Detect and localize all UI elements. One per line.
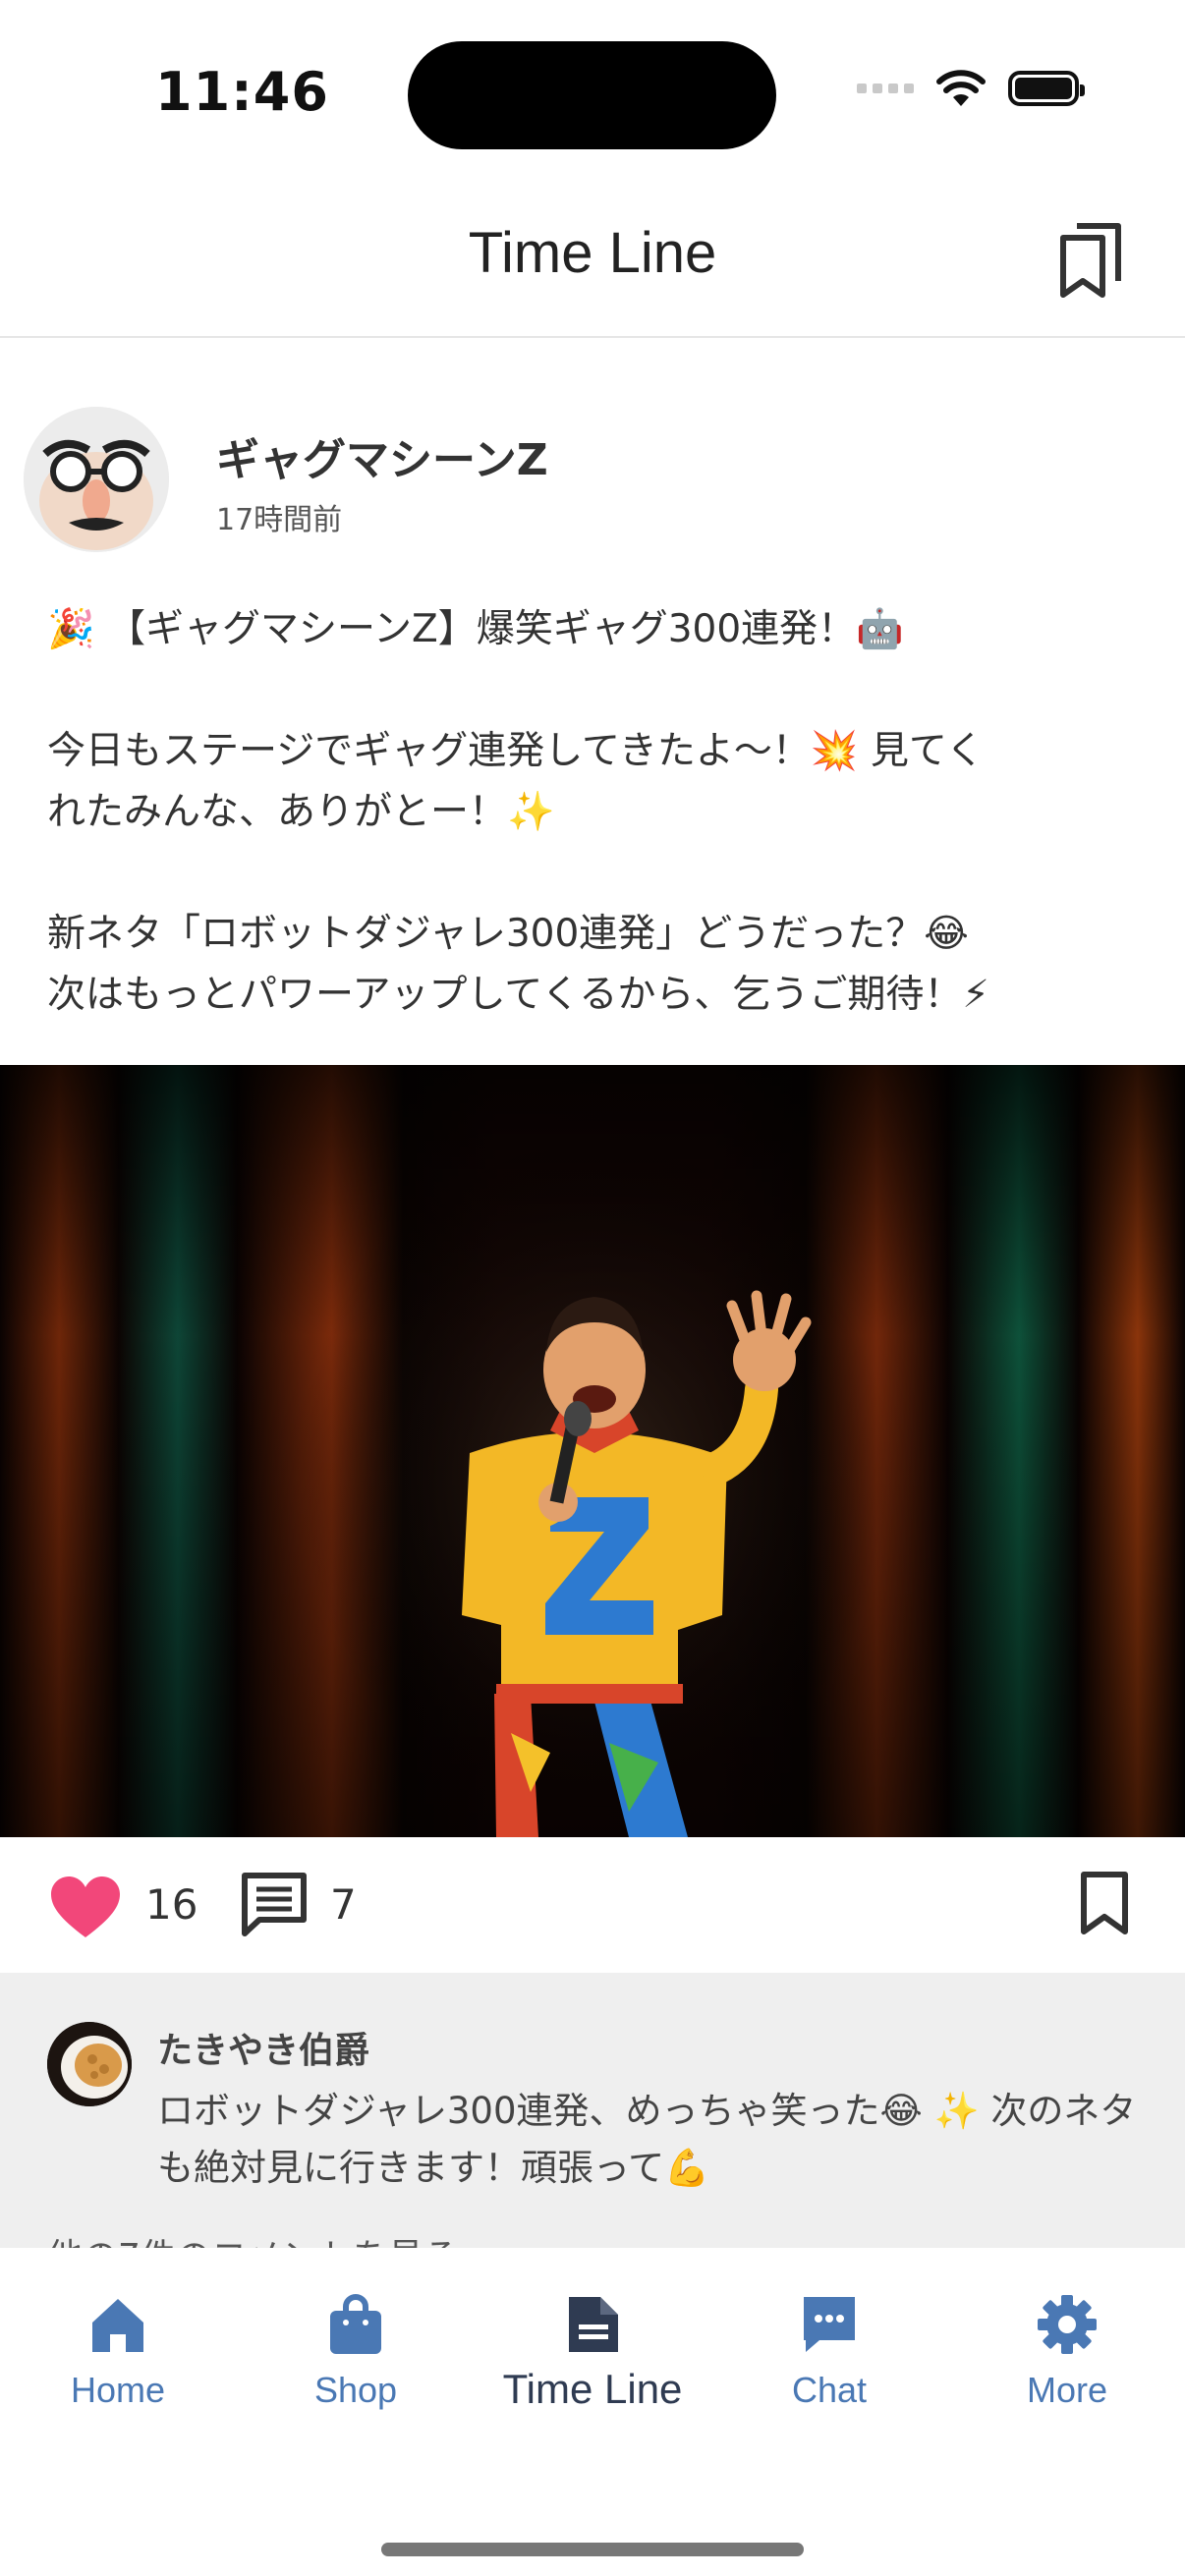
post-timestamp: 17時間前: [216, 503, 343, 537]
tab-label: Shop: [313, 2370, 398, 2410]
dynamic-island: [408, 41, 776, 149]
document-icon: [569, 2297, 618, 2352]
like-count: 16: [145, 1880, 198, 1929]
battery-icon: [1008, 71, 1085, 106]
post-line: 🎉 【ギャグマシーンZ】爆笑ギャグ300連発！🤖: [47, 607, 904, 651]
status-time: 11:46: [155, 61, 329, 123]
post-text: 🎉 【ギャグマシーンZ】爆笑ギャグ300連発！🤖 今日もステージでギャグ連発して…: [47, 599, 1148, 1026]
commenter-name[interactable]: たきやき伯爵: [157, 2022, 369, 2073]
tab-label: Chat: [791, 2370, 868, 2410]
post-line: れたみんな、ありがとー！✨: [47, 790, 555, 834]
tab-home[interactable]: Home: [20, 2293, 216, 2411]
chat-icon: [804, 2297, 855, 2352]
wifi-icon: [936, 70, 986, 106]
tab-shop[interactable]: Shop: [257, 2293, 454, 2411]
post-line: 新ネタ「ロボットダジャレ300連発」どうだった？😂: [47, 912, 969, 956]
cellular-signal-icon: [857, 84, 914, 93]
nav-header: Time Line: [0, 187, 1185, 338]
home-icon: [92, 2299, 143, 2352]
tab-bar: Home Shop Time Line Chat More: [0, 2248, 1185, 2576]
taiyaki-avatar-image: [47, 2022, 132, 2106]
post-header: ギャグマシーンZ 17時間前: [0, 336, 1185, 562]
tab-chat[interactable]: Chat: [731, 2293, 928, 2411]
gear-icon: [1038, 2295, 1097, 2354]
post-image[interactable]: [0, 1065, 1185, 1837]
tab-label: Time Line: [502, 2366, 683, 2412]
shopping-bag-icon: [330, 2294, 381, 2354]
post-actions: 16 7: [0, 1837, 1185, 1973]
author-avatar[interactable]: [24, 407, 169, 552]
tab-label: More: [1026, 2370, 1108, 2410]
bookmarks-icon[interactable]: [1057, 220, 1126, 299]
view-more-comments-link[interactable]: 他の7件のコメントを見る・・: [47, 2228, 530, 2248]
page-title: Time Line: [468, 221, 717, 285]
commenter-avatar[interactable]: [47, 2022, 132, 2106]
comments-section: たきやき伯爵 ロボットダジャレ300連発、めっちゃ笑った😂 ✨ 次のネタも絶対見…: [0, 1973, 1185, 2248]
comment-count: 7: [330, 1880, 357, 1929]
tab-timeline[interactable]: Time Line: [494, 2293, 691, 2413]
status-icons: [857, 69, 1085, 108]
home-indicator[interactable]: [381, 2543, 804, 2556]
disguise-glasses-avatar-image: [24, 407, 169, 552]
post-line: 次はもっとパワーアップしてくるから、乞うご期待！⚡: [47, 973, 989, 1017]
comment-icon[interactable]: [240, 1871, 309, 1937]
status-bar: 11:46: [0, 0, 1185, 187]
bookmark-icon[interactable]: [1079, 1871, 1130, 1935]
stage-comedian-photo: [0, 1065, 1185, 1837]
tab-label: Home: [70, 2370, 166, 2410]
author-name[interactable]: ギャグマシーンZ: [216, 424, 548, 487]
post-line: 今日もステージでギャグ連発してきたよ〜！💥 見てく: [47, 729, 985, 773]
tab-more[interactable]: More: [969, 2293, 1165, 2411]
like-heart-icon[interactable]: [49, 1875, 122, 1939]
comment-text: ロボットダジャレ300連発、めっちゃ笑った😂 ✨ 次のネタも絶対見に行きます！頑…: [157, 2090, 1137, 2189]
